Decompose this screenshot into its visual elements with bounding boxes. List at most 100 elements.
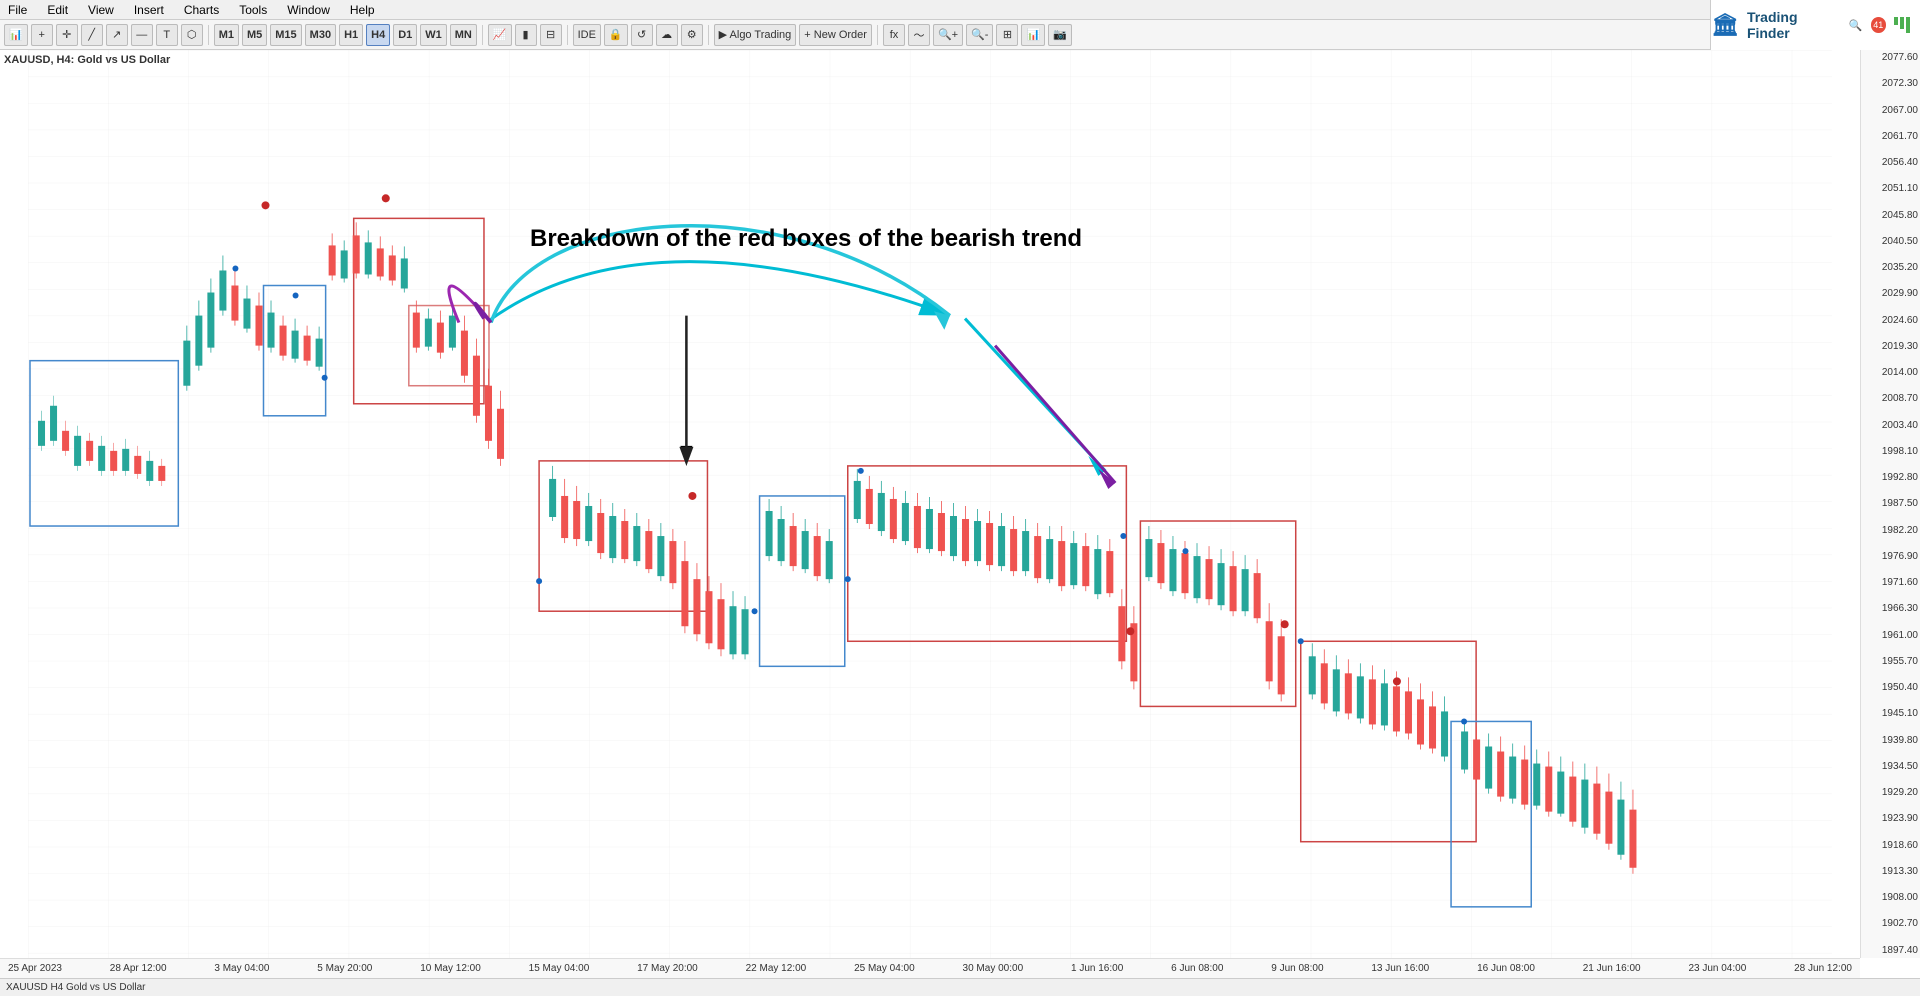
ide-btn[interactable]: IDE [573, 24, 601, 46]
menu-edit[interactable]: Edit [43, 3, 72, 17]
price-level: 2067.00 [1863, 105, 1918, 116]
time-label: 1 Jun 16:00 [1071, 963, 1123, 974]
bar-chart-btn[interactable]: ▮ [515, 24, 537, 46]
price-level: 2008.70 [1863, 393, 1918, 404]
time-label: 25 May 04:00 [854, 963, 915, 974]
tf-mn[interactable]: MN [450, 24, 477, 46]
logo-icon: 🏛 [1711, 12, 1739, 38]
price-level: 2077.60 [1863, 52, 1918, 63]
price-level: 2045.80 [1863, 210, 1918, 221]
price-level: 1982.20 [1863, 525, 1918, 536]
price-level: 2019.30 [1863, 341, 1918, 352]
chart-svg [0, 50, 1920, 978]
price-level: 1961.00 [1863, 630, 1918, 641]
text-btn[interactable]: T [156, 24, 178, 46]
price-level: 1918.60 [1863, 840, 1918, 851]
volume-btn[interactable]: 📊 [1021, 24, 1045, 46]
cloud-btn[interactable]: ☁ [656, 24, 678, 46]
tf-m1[interactable]: M1 [214, 24, 239, 46]
price-level: 1987.50 [1863, 498, 1918, 509]
time-label: 30 May 00:00 [963, 963, 1024, 974]
menu-charts[interactable]: Charts [180, 3, 223, 17]
chart-type-btn[interactable]: 📈 [488, 24, 512, 46]
price-level: 1976.90 [1863, 551, 1918, 562]
price-level: 2003.40 [1863, 420, 1918, 431]
price-level: 2051.10 [1863, 183, 1918, 194]
sep1 [208, 25, 209, 45]
price-level: 1908.00 [1863, 892, 1918, 903]
arrow-btn[interactable]: ↗ [106, 24, 128, 46]
menu-help[interactable]: Help [346, 3, 379, 17]
price-level: 2072.30 [1863, 78, 1918, 89]
tf-h1[interactable]: H1 [339, 24, 363, 46]
price-level: 1955.70 [1863, 656, 1918, 667]
menu-view[interactable]: View [84, 3, 118, 17]
price-level: 1902.70 [1863, 918, 1918, 929]
price-level: 1897.40 [1863, 945, 1918, 956]
sep2 [482, 25, 483, 45]
oscillator-btn[interactable]: 〜 [908, 24, 930, 46]
price-level: 1992.80 [1863, 472, 1918, 483]
screenshot-btn[interactable]: 📷 [1048, 24, 1072, 46]
zoom-in-btn[interactable]: + [31, 24, 53, 46]
time-label: 21 Jun 16:00 [1583, 963, 1641, 974]
shapes-btn[interactable]: ⬡ [181, 24, 203, 46]
sep5 [877, 25, 878, 45]
menu-insert[interactable]: Insert [130, 3, 168, 17]
menu-window[interactable]: Window [283, 3, 334, 17]
time-label: 17 May 20:00 [637, 963, 698, 974]
sep4 [708, 25, 709, 45]
toolbar: 📊 + ✛ ╱ ↗ — T ⬡ M1 M5 M15 M30 H1 H4 D1 W… [0, 20, 1920, 50]
search-icon[interactable]: 🔍 [1849, 19, 1863, 32]
new-chart-btn[interactable]: 📊 [4, 24, 28, 46]
logo-area: 🏛 Trading Finder 🔍 41 [1710, 0, 1920, 50]
annotation-text: Breakdown of the red boxes of the bearis… [530, 225, 1082, 253]
price-level: 1939.80 [1863, 735, 1918, 746]
zoom-chart-in[interactable]: 🔍+ [933, 24, 963, 46]
price-level: 1966.30 [1863, 603, 1918, 614]
indicators-btn[interactable]: fx [883, 24, 905, 46]
candle-btn[interactable]: ⊟ [540, 24, 562, 46]
status-text: XAUUSD H4 Gold vs US Dollar [6, 982, 145, 993]
tf-h4[interactable]: H4 [366, 24, 390, 46]
lock-btn[interactable]: 🔒 [604, 24, 628, 46]
menu-file[interactable]: File [4, 3, 31, 17]
price-level: 1923.90 [1863, 813, 1918, 824]
hline-btn[interactable]: — [131, 24, 153, 46]
time-label: 13 Jun 16:00 [1371, 963, 1429, 974]
time-label: 22 May 12:00 [746, 963, 807, 974]
price-level: 2014.00 [1863, 367, 1918, 378]
grid-btn[interactable]: ⊞ [996, 24, 1018, 46]
tf-m5[interactable]: M5 [242, 24, 267, 46]
tf-d1[interactable]: D1 [393, 24, 417, 46]
time-scale: 25 Apr 2023 28 Apr 12:00 3 May 04:00 5 M… [0, 958, 1860, 978]
price-level: 2035.20 [1863, 262, 1918, 273]
algo-trading-btn[interactable]: ▶ Algo Trading [714, 24, 797, 46]
price-level: 2029.90 [1863, 288, 1918, 299]
price-level: 1998.10 [1863, 446, 1918, 457]
price-level: 1950.40 [1863, 682, 1918, 693]
settings-btn[interactable]: ⚙ [681, 24, 703, 46]
new-order-btn[interactable]: + New Order [799, 24, 872, 46]
menu-tools[interactable]: Tools [235, 3, 271, 17]
tf-m30[interactable]: M30 [305, 24, 336, 46]
time-label: 16 Jun 08:00 [1477, 963, 1535, 974]
tf-w1[interactable]: W1 [420, 24, 447, 46]
price-level: 1934.50 [1863, 761, 1918, 772]
sep3 [567, 25, 568, 45]
notification-badge[interactable]: 41 [1871, 17, 1886, 33]
chart-area[interactable]: XAUUSD, H4: Gold vs US Dollar [0, 50, 1920, 978]
tf-m15[interactable]: M15 [270, 24, 301, 46]
line-tool-btn[interactable]: ╱ [81, 24, 103, 46]
zoom-chart-out[interactable]: 🔍- [966, 24, 993, 46]
signal-bars [1894, 17, 1910, 33]
refresh-btn[interactable]: ↺ [631, 24, 653, 46]
price-level: 1913.30 [1863, 866, 1918, 877]
crosshair-btn[interactable]: ✛ [56, 24, 78, 46]
time-label: 28 Apr 12:00 [110, 963, 167, 974]
time-label: 6 Jun 08:00 [1171, 963, 1223, 974]
time-label: 5 May 20:00 [317, 963, 372, 974]
price-level: 2056.40 [1863, 157, 1918, 168]
time-label: 10 May 12:00 [420, 963, 481, 974]
price-level: 2061.70 [1863, 131, 1918, 142]
